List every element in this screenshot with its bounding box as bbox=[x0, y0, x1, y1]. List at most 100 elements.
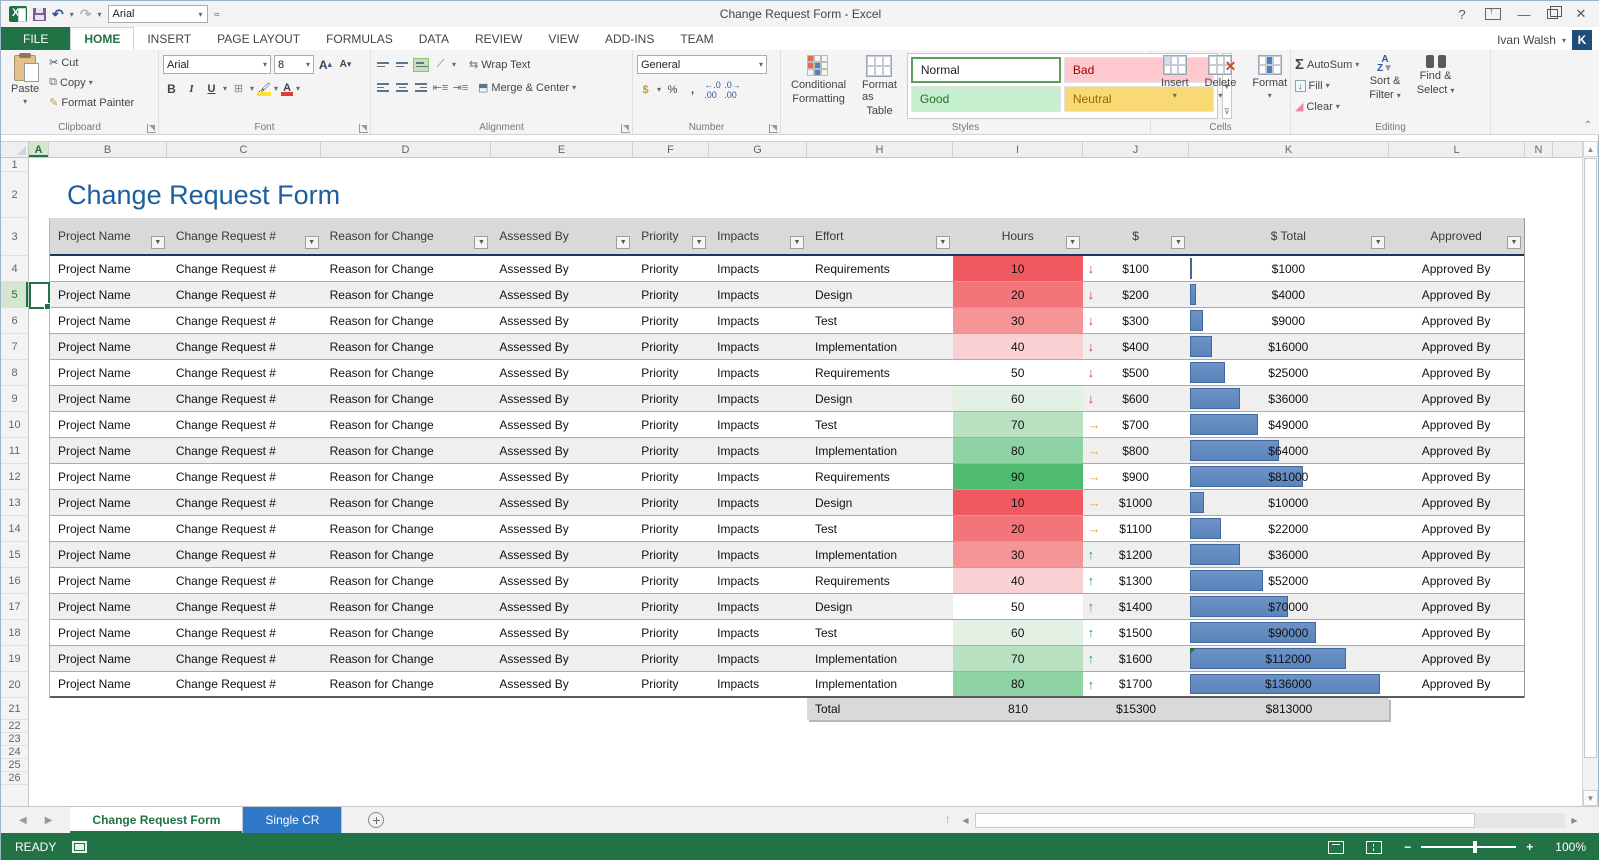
row-header-22[interactable]: 22 bbox=[1, 720, 28, 733]
orientation-button[interactable]: ⟋ bbox=[432, 56, 449, 74]
cell-project-name[interactable]: Project Name bbox=[50, 360, 168, 385]
cell-change-request[interactable]: Change Request # bbox=[168, 594, 322, 619]
decrease-decimal-button[interactable]: .0→.00 bbox=[724, 81, 741, 99]
zoom-slider[interactable] bbox=[1421, 846, 1516, 848]
cell-impacts[interactable]: Impacts bbox=[709, 594, 807, 619]
format-painter-button[interactable]: ✎ Format Painter bbox=[49, 93, 134, 112]
cell-reason[interactable]: Reason for Change bbox=[322, 386, 492, 411]
cell-approved-by[interactable]: Approved By bbox=[1388, 360, 1524, 385]
cell-priority[interactable]: Priority bbox=[633, 568, 709, 593]
cell-impacts[interactable]: Impacts bbox=[709, 386, 807, 411]
cell-reason[interactable]: Reason for Change bbox=[322, 672, 492, 696]
cell-dollar-total[interactable]: $4000 bbox=[1188, 282, 1388, 307]
zoom-in-button[interactable]: + bbox=[1526, 840, 1533, 854]
cell-reason[interactable]: Reason for Change bbox=[322, 516, 492, 541]
splitter-dots-icon[interactable]: ⁞ bbox=[946, 815, 950, 825]
cell-priority[interactable]: Priority bbox=[633, 594, 709, 619]
cell-priority[interactable]: Priority bbox=[633, 672, 709, 696]
cell-effort[interactable]: Design bbox=[807, 594, 953, 619]
cell-impacts[interactable]: Impacts bbox=[709, 438, 807, 463]
cell-project-name[interactable]: Project Name bbox=[50, 646, 168, 671]
cell-assessed-by[interactable]: Assessed By bbox=[491, 568, 633, 593]
tab-add-ins[interactable]: ADD-INS bbox=[592, 27, 667, 50]
cell-reason[interactable]: Reason for Change bbox=[322, 542, 492, 567]
cell-priority[interactable]: Priority bbox=[633, 516, 709, 541]
cell-dollar[interactable]: ↓$500 bbox=[1083, 360, 1189, 385]
horizontal-scroll-track[interactable] bbox=[975, 813, 1565, 828]
cell-approved-by[interactable]: Approved By bbox=[1388, 516, 1524, 541]
filter-dropdown-icon[interactable]: ▼ bbox=[305, 236, 319, 249]
cell-dollar[interactable]: ↓$200 bbox=[1083, 282, 1189, 307]
conditional-formatting-button[interactable]: ConditionalFormatting bbox=[785, 53, 852, 119]
cell-effort[interactable]: Implementation bbox=[807, 672, 953, 696]
tab-view[interactable]: VIEW bbox=[535, 27, 592, 50]
active-cell-selection[interactable] bbox=[29, 282, 50, 309]
cell-dollar-total[interactable]: $16000 bbox=[1188, 334, 1388, 359]
table-header-priority[interactable]: Priority▼ bbox=[633, 218, 709, 254]
row-header-16[interactable]: 16 bbox=[1, 568, 28, 594]
sort-filter-button[interactable]: AZ▼ Sort &Filter▾ bbox=[1363, 53, 1406, 119]
cell-approved-by[interactable]: Approved By bbox=[1388, 542, 1524, 567]
cell-priority[interactable]: Priority bbox=[633, 386, 709, 411]
cell-hours[interactable]: 70 bbox=[953, 412, 1083, 437]
zoom-level[interactable]: 100% bbox=[1555, 840, 1586, 854]
ribbon-display-options-button[interactable] bbox=[1485, 8, 1501, 20]
increase-decimal-button[interactable]: ←.0.00 bbox=[704, 81, 721, 99]
fill-button[interactable]: ↓ Fill ▾ bbox=[1295, 76, 1359, 95]
tab-insert[interactable]: INSERT bbox=[134, 27, 204, 50]
cell-priority[interactable]: Priority bbox=[633, 464, 709, 489]
italic-button[interactable]: I bbox=[183, 80, 200, 98]
table-header-impacts[interactable]: Impacts▼ bbox=[709, 218, 807, 254]
cell-reason[interactable]: Reason for Change bbox=[322, 308, 492, 333]
row-header-23[interactable]: 23 bbox=[1, 733, 28, 746]
row-header-25[interactable]: 25 bbox=[1, 759, 28, 772]
table-header--[interactable]: $▼ bbox=[1083, 218, 1189, 254]
total-label-cell[interactable]: Total bbox=[807, 698, 953, 720]
cell-dollar[interactable]: →$1000 bbox=[1083, 490, 1189, 515]
column-header-F[interactable]: F bbox=[633, 142, 709, 157]
cell-priority[interactable]: Priority bbox=[633, 308, 709, 333]
sheet-nav-left-icon[interactable]: ◀ bbox=[19, 815, 27, 826]
close-button[interactable]: ✕ bbox=[1572, 6, 1590, 22]
column-header-I[interactable]: I bbox=[953, 142, 1083, 157]
cell-change-request[interactable]: Change Request # bbox=[168, 282, 322, 307]
align-left-button[interactable] bbox=[375, 81, 391, 95]
column-header-D[interactable]: D bbox=[321, 142, 491, 157]
cell-reason[interactable]: Reason for Change bbox=[322, 412, 492, 437]
cell-dollar[interactable]: ↑$1200 bbox=[1083, 542, 1189, 567]
cell-impacts[interactable]: Impacts bbox=[709, 412, 807, 437]
cell-reason[interactable]: Reason for Change bbox=[322, 594, 492, 619]
cell-change-request[interactable]: Change Request # bbox=[168, 412, 322, 437]
underline-button[interactable]: U bbox=[203, 80, 220, 98]
cell-effort[interactable]: Implementation bbox=[807, 542, 953, 567]
cell-assessed-by[interactable]: Assessed By bbox=[491, 282, 633, 307]
cell-hours[interactable]: 90 bbox=[953, 464, 1083, 489]
cell-effort[interactable]: Requirements bbox=[807, 256, 953, 281]
tab-file[interactable]: FILE bbox=[1, 27, 70, 50]
cell-hours[interactable]: 10 bbox=[953, 490, 1083, 515]
font-color-button[interactable]: A bbox=[281, 82, 293, 95]
cell-project-name[interactable]: Project Name bbox=[50, 594, 168, 619]
row-header-20[interactable]: 20 bbox=[1, 672, 28, 698]
cell-approved-by[interactable]: Approved By bbox=[1388, 672, 1524, 696]
row-header-18[interactable]: 18 bbox=[1, 620, 28, 646]
cell-impacts[interactable]: Impacts bbox=[709, 620, 807, 645]
cell-impacts[interactable]: Impacts bbox=[709, 490, 807, 515]
row-header-14[interactable]: 14 bbox=[1, 516, 28, 542]
autosum-button[interactable]: Σ AutoSum ▾ bbox=[1295, 55, 1359, 74]
tab-page-layout[interactable]: PAGE LAYOUT bbox=[204, 27, 313, 50]
cell-dollar[interactable]: ↑$1500 bbox=[1083, 620, 1189, 645]
cell-project-name[interactable]: Project Name bbox=[50, 568, 168, 593]
cell-hours[interactable]: 60 bbox=[953, 386, 1083, 411]
cell-effort[interactable]: Design bbox=[807, 282, 953, 307]
cell-reason[interactable]: Reason for Change bbox=[322, 334, 492, 359]
table-header-approved[interactable]: Approved▼ bbox=[1388, 218, 1524, 254]
column-header-K[interactable]: K bbox=[1189, 142, 1389, 157]
cell-priority[interactable]: Priority bbox=[633, 412, 709, 437]
filter-dropdown-icon[interactable]: ▼ bbox=[790, 236, 804, 249]
align-bottom-button[interactable] bbox=[413, 58, 429, 72]
cell-hours[interactable]: 50 bbox=[953, 594, 1083, 619]
column-header-C[interactable]: C bbox=[167, 142, 321, 157]
cell-impacts[interactable]: Impacts bbox=[709, 360, 807, 385]
cell-change-request[interactable]: Change Request # bbox=[168, 308, 322, 333]
